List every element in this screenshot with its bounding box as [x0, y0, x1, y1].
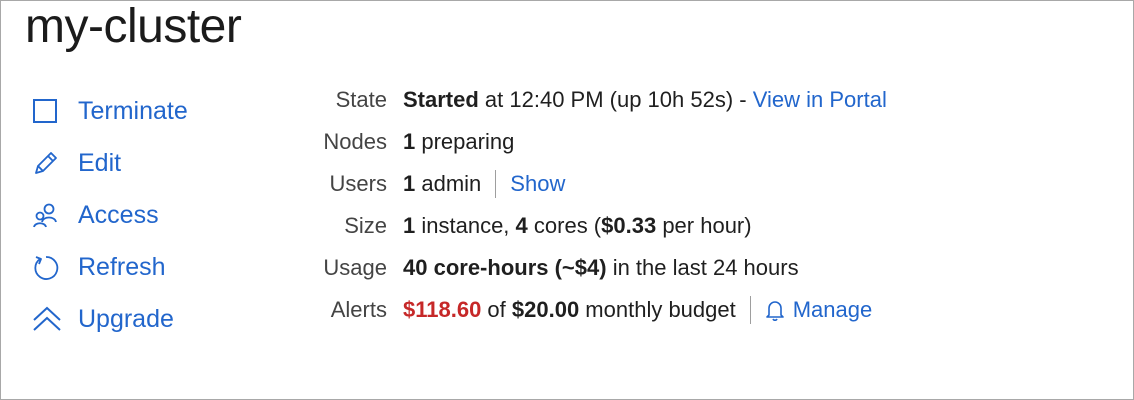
refresh-label: Refresh — [78, 253, 166, 281]
nodes-key: Nodes — [323, 129, 387, 154]
action-list: Terminate Edit Access Refresh Upgrade — [32, 85, 262, 345]
nodes-row: Nodes 1 preparing — [287, 121, 887, 163]
usage-text: in the last 24 hours — [606, 255, 799, 280]
pencil-icon — [32, 148, 62, 178]
state-value: Started at 12:40 PM (up 10h 52s) - View … — [403, 86, 887, 114]
access-label: Access — [78, 201, 159, 229]
refresh-icon — [32, 252, 62, 282]
size-instances-text: instance, — [415, 213, 516, 238]
page-title: my-cluster — [25, 0, 242, 53]
usage-row: Usage 40 core-hours (~$4) in the last 24… — [287, 247, 887, 289]
terminate-label: Terminate — [78, 97, 188, 125]
alerts-value: $118.60 of $20.00 monthly budget Manage — [403, 296, 872, 324]
alerts-budget: $20.00 — [511, 297, 580, 322]
alerts-budget-text: monthly budget — [579, 297, 736, 322]
manage-alerts-link[interactable]: Manage — [765, 296, 873, 324]
bell-icon — [765, 299, 785, 321]
state-detail: at 12:40 PM (up 10h 52s) - — [478, 87, 753, 112]
nodes-count: 1 — [403, 129, 416, 154]
manage-label: Manage — [792, 297, 873, 322]
size-row: Size 1 instance, 4 cores ( $0.33 per hou… — [287, 205, 887, 247]
size-price-text: per hour) — [656, 213, 752, 238]
alerts-row: Alerts $118.60 of $20.00 monthly budget … — [287, 289, 887, 331]
refresh-button[interactable]: Refresh — [32, 241, 262, 293]
nodes-text: preparing — [415, 129, 515, 154]
alerts-spent: $118.60 — [403, 297, 482, 322]
access-button[interactable]: Access — [32, 189, 262, 241]
size-cores-text: cores ( — [527, 213, 602, 238]
usage-value: 40 core-hours (~$4) in the last 24 hours — [403, 254, 799, 282]
users-row: Users 1 admin Show — [287, 163, 887, 205]
usage-amount: 40 core-hours (~$4) — [403, 255, 607, 280]
terminate-button[interactable]: Terminate — [32, 85, 262, 137]
upgrade-label: Upgrade — [78, 305, 174, 333]
users-key: Users — [329, 171, 387, 196]
state-row: State Started at 12:40 PM (up 10h 52s) -… — [287, 79, 887, 121]
state-key: State — [335, 87, 387, 112]
cluster-panel: my-cluster Terminate Edit Access Refresh… — [0, 0, 1134, 400]
size-value: 1 instance, 4 cores ( $0.33 per hour) — [403, 212, 752, 240]
alerts-key: Alerts — [330, 297, 387, 322]
nodes-value: 1 preparing — [403, 128, 514, 156]
users-icon — [32, 200, 62, 230]
usage-key: Usage — [323, 255, 387, 280]
size-instances: 1 — [403, 213, 416, 238]
view-in-portal-link[interactable]: View in Portal — [753, 86, 887, 114]
divider — [749, 296, 751, 324]
cluster-properties: State Started at 12:40 PM (up 10h 52s) -… — [287, 79, 887, 331]
square-icon — [32, 96, 62, 126]
upgrade-button[interactable]: Upgrade — [32, 293, 262, 345]
state-status: Started — [403, 87, 479, 112]
users-count: 1 — [403, 171, 416, 196]
edit-button[interactable]: Edit — [32, 137, 262, 189]
edit-label: Edit — [78, 149, 122, 177]
users-text: admin — [415, 171, 482, 196]
size-cores: 4 — [515, 213, 528, 238]
show-users-link[interactable]: Show — [510, 170, 565, 198]
size-price: $0.33 — [601, 213, 657, 238]
chevrons-up-icon — [32, 304, 62, 334]
size-key: Size — [344, 213, 387, 238]
alerts-of-text: of — [481, 297, 512, 322]
users-value: 1 admin Show — [403, 170, 565, 198]
divider — [495, 170, 497, 198]
